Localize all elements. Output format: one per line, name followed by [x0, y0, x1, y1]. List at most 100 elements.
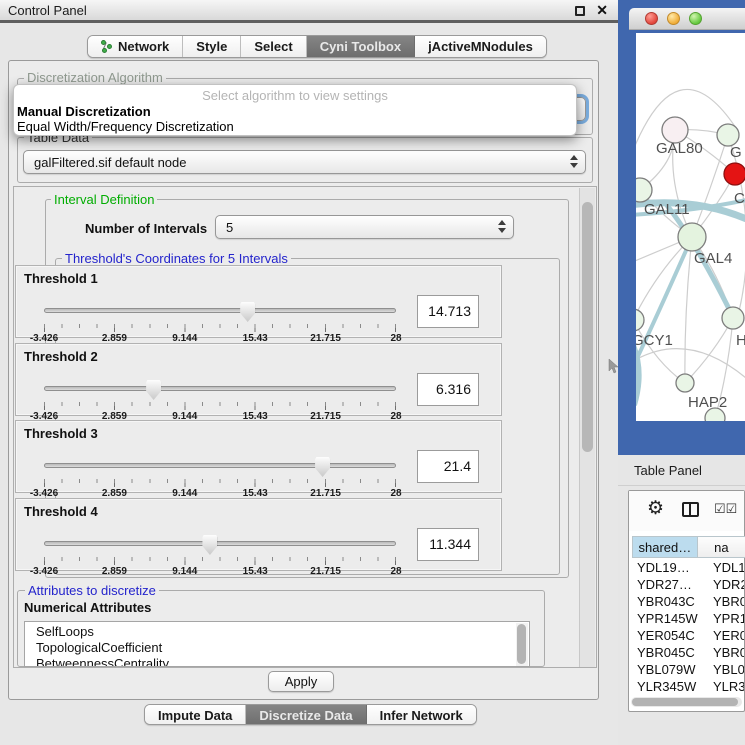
node-label: GCY1: [636, 332, 673, 349]
scrollbar-thumb[interactable]: [632, 698, 738, 706]
option-equal-width-frequency[interactable]: Equal Width/Frequency Discretization: [17, 119, 234, 134]
threshold-3-panel: Threshold 3 -3.426 2.859 9.144 15.43 21.…: [15, 420, 502, 493]
threshold-1-panel: Threshold 1 -3.426 2.859 9.144 15.43 21.…: [15, 265, 502, 338]
threshold-3-slider-track[interactable]: [44, 463, 396, 468]
slider-ticks: [44, 324, 396, 332]
node-label: C: [734, 190, 745, 207]
apply-button[interactable]: Apply: [268, 671, 334, 692]
threshold-2-slider-track[interactable]: [44, 386, 396, 391]
node-gal4[interactable]: [678, 223, 706, 251]
node[interactable]: [717, 124, 739, 146]
settings-vertical-scrollbar[interactable]: [579, 188, 595, 667]
thresholds-group-label: Threshold's Coordinates for 5 Intervals: [62, 251, 291, 266]
node-selected-red[interactable]: [724, 163, 745, 185]
list-item[interactable]: SelfLoops: [36, 624, 94, 639]
slider-ticks: [44, 402, 396, 410]
node-label: G: [730, 144, 742, 161]
option-manual-discretization[interactable]: Manual Discretization: [17, 104, 151, 119]
screen: Control Panel ✕ Network Style Select Cyn…: [0, 0, 745, 745]
threshold-2-value-field[interactable]: 6.316: [417, 373, 479, 406]
table-panel-header[interactable]: Table Panel: [618, 455, 745, 486]
table-row[interactable]: YDL19…YDL1: [629, 560, 744, 577]
network-graph: GAL80 G C GAL11 GAL4 GCY1 H HAP2: [636, 33, 745, 421]
tick-label: 9.144: [172, 566, 197, 577]
table-row[interactable]: YER054CYER0: [629, 628, 744, 645]
table-row[interactable]: YPR145WYPR1: [629, 611, 744, 628]
table-row[interactable]: YBL079WYBL0: [629, 662, 744, 679]
tick-label: 21.715: [310, 566, 341, 577]
tab-select[interactable]: Select: [241, 36, 306, 57]
table-horizontal-scrollbar[interactable]: [631, 697, 742, 707]
tab-infer-network[interactable]: Infer Network: [367, 705, 476, 725]
interval-definition-label: Interval Definition: [51, 192, 157, 207]
node-gcy1[interactable]: [636, 309, 644, 331]
node-label: GAL80: [656, 140, 703, 157]
column-header-shared[interactable]: shared…: [632, 536, 698, 558]
attributes-group-label: Attributes to discretize: [25, 583, 159, 598]
table-panel-title: Table Panel: [634, 463, 702, 478]
node-label: GAL11: [644, 201, 690, 218]
threshold-3-slider-thumb[interactable]: [315, 457, 330, 477]
threshold-4-slider-thumb[interactable]: [202, 535, 217, 555]
algorithm-hint: Select algorithm to view settings: [14, 88, 576, 103]
threshold-4-value-field[interactable]: 11.344: [417, 528, 479, 561]
threshold-1-slider-track[interactable]: [44, 308, 396, 313]
tab-style[interactable]: Style: [183, 36, 241, 57]
network-nodes[interactable]: [636, 117, 745, 421]
number-of-intervals-combobox[interactable]: 5: [215, 215, 514, 239]
numerical-attributes-list[interactable]: SelfLoops TopologicalCoefficient Between…: [24, 621, 530, 667]
threshold-1-label: Threshold 1: [24, 271, 98, 286]
tab-impute-data[interactable]: Impute Data: [145, 705, 246, 725]
tick-label: 2.859: [102, 566, 127, 577]
threshold-3-label: Threshold 3: [24, 426, 98, 441]
tab-jactivemnodules[interactable]: jActiveMNodules: [415, 36, 546, 57]
column-view-icon[interactable]: [682, 502, 699, 517]
threshold-4-slider-track[interactable]: [44, 541, 396, 546]
threshold-2-label: Threshold 2: [24, 349, 98, 364]
node-label: H: [736, 332, 745, 349]
table-row[interactable]: YBR043CYBR0: [629, 594, 744, 611]
node-label: HAP2: [688, 394, 727, 411]
tab-network[interactable]: Network: [88, 36, 183, 57]
threshold-2-slider-thumb[interactable]: [146, 380, 161, 400]
slider-ticks: [44, 557, 396, 565]
close-traffic-light[interactable]: [645, 12, 658, 25]
network-canvas[interactable]: GAL80 G C GAL11 GAL4 GCY1 H HAP2: [636, 33, 745, 421]
node[interactable]: [722, 307, 744, 329]
network-window-titlebar[interactable]: [629, 8, 745, 30]
tick-label: 15.43: [243, 566, 268, 577]
control-panel-titlebar[interactable]: Control Panel ✕: [0, 0, 618, 23]
scrollbar-thumb[interactable]: [582, 202, 593, 452]
table-row[interactable]: YBR045CYBR0: [629, 645, 744, 662]
zoom-traffic-light[interactable]: [689, 12, 702, 25]
tab-cyni-toolbox[interactable]: Cyni Toolbox: [307, 36, 415, 57]
threshold-4-panel: Threshold 4 -3.426 2.859 9.144 15.43 21.…: [15, 498, 502, 571]
table-row[interactable]: YLR345WYLR3: [629, 679, 744, 696]
table-panel: ⚙ ☑☑ shared… na YDL19…YDL1 YDR27…YDR2 YB…: [628, 490, 745, 712]
column-header-name[interactable]: na: [698, 536, 745, 558]
threshold-1-slider-thumb[interactable]: [240, 302, 255, 322]
tick-label: 28: [390, 566, 401, 577]
node-hap2[interactable]: [676, 374, 694, 392]
slider-ticks: [44, 479, 396, 487]
list-item[interactable]: BetweennessCentrality: [36, 656, 169, 667]
checkbox-icons[interactable]: ☑☑: [714, 501, 737, 517]
threshold-3-value-field[interactable]: 21.4: [417, 450, 479, 483]
top-tabbar: Network Style Select Cyni Toolbox jActiv…: [87, 35, 547, 58]
network-view-window[interactable]: GAL80 G C GAL11 GAL4 GCY1 H HAP2: [618, 0, 745, 455]
minimize-traffic-light[interactable]: [667, 12, 680, 25]
list-item[interactable]: TopologicalCoefficient: [36, 640, 162, 655]
node-label: GAL4: [694, 250, 732, 267]
combo-arrows-icon: [570, 155, 578, 168]
control-panel-window: Control Panel ✕ Network Style Select Cyn…: [0, 0, 618, 745]
list-scrollbar[interactable]: [516, 623, 528, 667]
bottom-tabbar: Impute Data Discretize Data Infer Networ…: [144, 704, 477, 725]
table-data-combobox[interactable]: galFiltered.sif default node: [23, 150, 586, 174]
table-row[interactable]: YDR27…YDR2: [629, 577, 744, 594]
gear-icon[interactable]: ⚙: [647, 499, 664, 518]
float-window-icon[interactable]: [575, 6, 585, 16]
threshold-1-value-field[interactable]: 14.713: [417, 295, 479, 328]
mouse-cursor: [608, 358, 620, 374]
tab-discretize-data[interactable]: Discretize Data: [246, 705, 366, 725]
close-icon[interactable]: ✕: [596, 2, 608, 19]
